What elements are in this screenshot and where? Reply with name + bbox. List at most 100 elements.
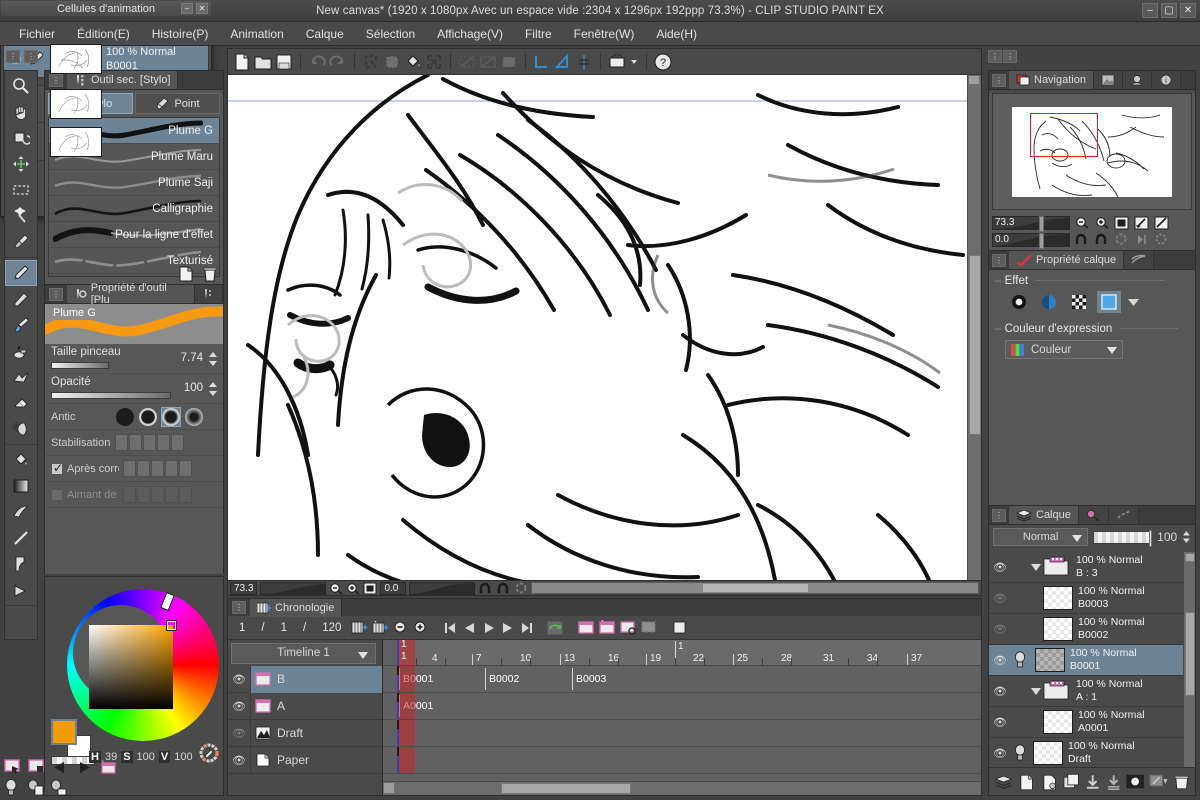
vector-magnet-segments[interactable] [123,486,192,503]
link-keyframe-icon[interactable] [620,620,637,635]
antialias-weak[interactable] [138,407,158,427]
subtool-item-plume-saji[interactable]: Plume Saji [49,170,219,196]
eraser-tool[interactable] [5,390,37,416]
new-raster-layer-icon[interactable] [1018,773,1035,791]
flip-vertical-icon[interactable] [1153,215,1170,230]
timeline-track-paper[interactable] [383,747,981,774]
invert-icon[interactable] [479,53,497,71]
layer-visibility-icon[interactable]: 👁 [989,561,1011,574]
layer-visibility-icon[interactable]: 👁 [989,716,1011,729]
first-frame-icon[interactable] [443,621,458,635]
layer-row-a0001[interactable]: 👁 100 % Normal A0001 [989,707,1195,738]
line-tool[interactable] [5,525,37,551]
stabilization-segments[interactable] [115,434,184,451]
enable-keyframe-icon[interactable] [578,620,595,635]
timeline-frame-total[interactable]: 120 [316,622,347,634]
pencil-tool[interactable] [5,286,37,312]
hand-tool[interactable] [5,99,37,125]
timeline-track-draft[interactable] [383,720,981,747]
layer-row-folder-a[interactable]: 👁 100 % Normal A : 1 [989,676,1195,707]
layer-visibility-icon[interactable]: 👁 [989,592,1011,605]
delete-subtool-icon[interactable] [201,265,219,283]
canvas-status-scroll-thumb[interactable] [702,583,809,593]
menu-affichage[interactable]: Affichage(V) [426,24,514,44]
onion-skin-icon[interactable] [672,620,689,635]
zoom-out-icon[interactable] [393,620,409,635]
tone-effect-icon[interactable] [1037,291,1061,313]
combine-icon[interactable] [1106,773,1121,791]
layer-list-scrollbar[interactable] [1183,552,1195,767]
scroll-up-arrow[interactable] [968,75,980,85]
navigator-preview[interactable] [992,93,1192,210]
auto-select-tool[interactable] [5,203,37,229]
open-folder-icon[interactable] [254,53,272,71]
toolbar-handle-left2[interactable]: ⋮ [24,50,38,63]
flip-horizontal-icon[interactable] [1133,215,1150,230]
subtool-mode-point[interactable]: Point [135,93,220,114]
dropdown-arrow-icon[interactable] [1127,297,1140,307]
tab-sub-tool-detail[interactable] [195,285,223,303]
navigator-rotate-knob[interactable] [1039,233,1044,249]
gradient-tool[interactable] [5,473,37,499]
vector-magnet-row[interactable]: Aimant de vec [45,482,223,508]
subtool-panel-menu-icon[interactable]: ⋮ [49,74,63,87]
minimize-button[interactable]: – [1142,3,1158,18]
layer-scroll-thumb[interactable] [1185,612,1195,696]
layerprop-panel-menu-icon[interactable]: ⋮ [992,254,1006,267]
brush-size-stepper[interactable] [208,351,218,367]
select-all-icon[interactable] [362,53,380,71]
navigator-zoom-slider[interactable]: 73.3 [992,216,1070,230]
close-button[interactable]: ✕ [1180,3,1196,18]
layer-visibility-icon[interactable]: 👁 [989,654,1011,667]
timeline-playhead[interactable]: 1 1 [397,640,415,665]
zoom-tool[interactable] [5,73,37,99]
new-document-icon[interactable] [233,53,251,71]
timeline-track-b[interactable]: B0001 B0002 B0003 [383,666,981,693]
timeline-scroll-left-arrow[interactable] [383,782,395,794]
new-animation-folder-icon[interactable] [372,620,389,635]
rotate-left-icon[interactable] [1073,232,1090,247]
timeline-track-header-a[interactable]: 👁 A [228,693,382,720]
tab-item-bank[interactable] [1123,71,1152,89]
tab-animation-cels[interactable] [1124,251,1154,269]
decoration-tool[interactable] [5,364,37,390]
layer-mask-icon[interactable] [1126,773,1144,790]
layer-opacity-slider[interactable] [1093,531,1152,544]
border-effect-icon[interactable] [1007,291,1031,313]
next-cell-icon[interactable] [75,760,92,775]
menu-fenetre[interactable]: Fenêtre(W) [563,24,646,44]
navigator-viewport-rect[interactable] [1030,113,1098,157]
main-color-swatch[interactable] [51,719,77,745]
animation-cells-titlebar[interactable]: Cellules d'animation – ✕ [1,1,211,16]
blend-tool[interactable] [5,416,37,442]
next-frame-icon[interactable] [500,621,515,635]
stabilization-row[interactable]: Stabilisation [45,430,223,456]
help-icon[interactable]: ? [654,53,672,71]
layer-row-b0003[interactable]: 👁 100 % Normal B0003 [989,583,1195,614]
timeline-track-a[interactable]: A0001 [383,693,981,720]
selection-border-icon[interactable] [500,53,518,71]
track-visibility-icon[interactable]: 👁 [228,727,250,740]
menu-selection[interactable]: Sélection [355,24,426,44]
toolbar-handle-right2[interactable]: ⋮ [1003,50,1017,63]
navigator-zoom-knob[interactable] [1039,216,1044,232]
vector-magnet-checkbox[interactable] [51,489,63,501]
toolbar-handle-left[interactable]: ⋮ [6,50,20,63]
new-folder-icon[interactable] [1063,773,1080,791]
eyedropper-tool[interactable] [5,229,37,255]
sv-marker[interactable] [167,621,176,630]
play-icon[interactable] [481,621,496,635]
navigator-panel-menu-icon[interactable]: ⋮ [992,74,1006,87]
menu-animation[interactable]: Animation [219,24,294,44]
airbrush-tool[interactable] [5,338,37,364]
loop-icon[interactable] [546,620,564,636]
timeline-tracks-area[interactable]: 1 1 1 4 7 10 13 16 [383,640,981,795]
subtool-item-calligraphie[interactable]: Calligraphie [49,196,219,222]
tab-layer-search[interactable] [1079,506,1109,524]
undo-icon[interactable] [308,53,326,71]
rotate-canvas-tool[interactable] [5,125,37,151]
menu-histoire[interactable]: Histoire(P) [141,24,220,44]
timeline-hscroll-thumb[interactable] [501,783,631,794]
canvas-zoom-slider[interactable] [260,582,326,595]
timeline-selector[interactable]: Timeline 1 [231,643,376,664]
